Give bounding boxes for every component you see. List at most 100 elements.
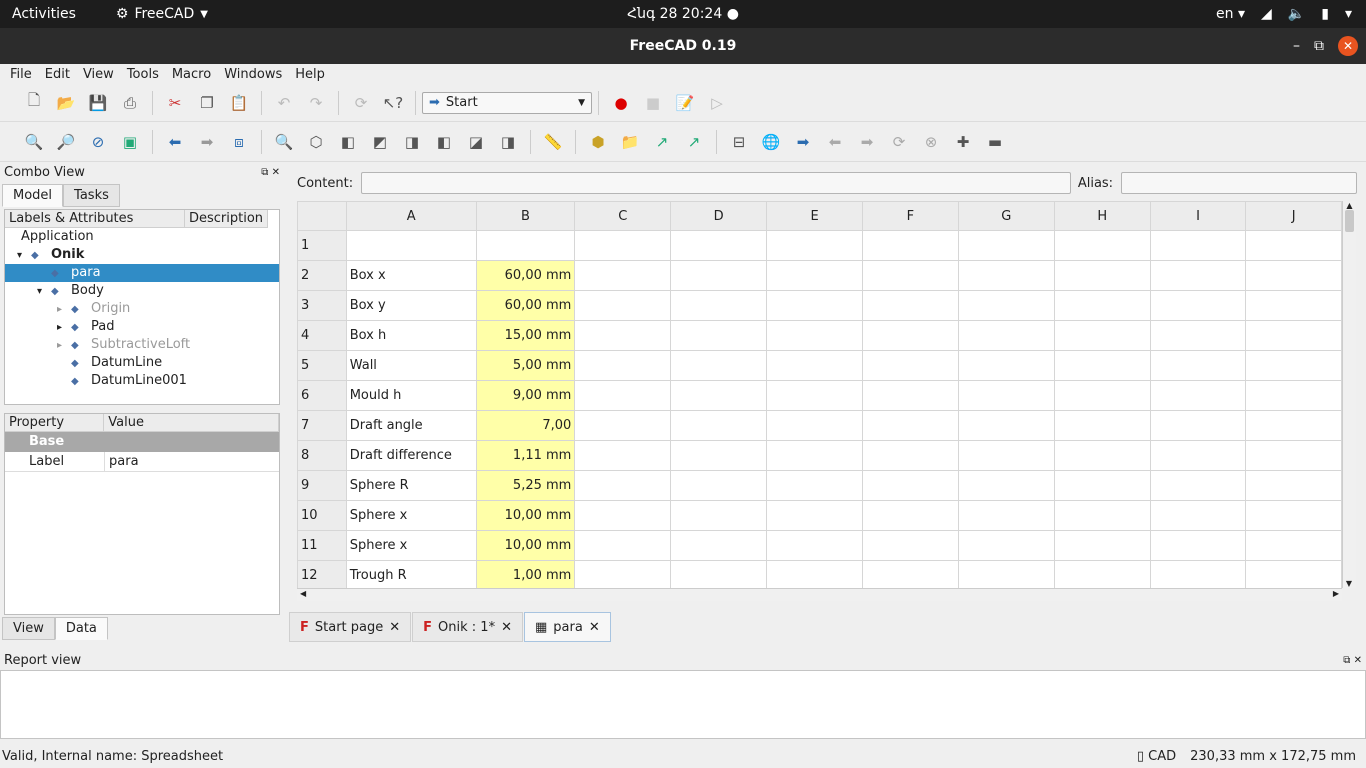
cell[interactable] xyxy=(1053,260,1151,291)
battery-icon[interactable]: ▮ xyxy=(1321,6,1329,22)
horizontal-scrollbar[interactable]: ◀ ▶ xyxy=(297,588,1342,601)
row-header[interactable]: 6 xyxy=(297,380,347,411)
cell-b[interactable]: 5,00 mm xyxy=(475,350,576,381)
undo-icon[interactable]: ↶ xyxy=(273,92,295,114)
cell[interactable] xyxy=(1053,320,1151,351)
cell[interactable] xyxy=(766,350,863,381)
cell[interactable] xyxy=(1053,530,1151,561)
cell[interactable] xyxy=(1245,410,1342,441)
stop-macro-icon[interactable]: ■ xyxy=(642,92,664,114)
cell[interactable] xyxy=(766,500,863,531)
cell[interactable] xyxy=(1149,230,1247,261)
cell[interactable] xyxy=(862,230,959,261)
property-column-header[interactable]: Property xyxy=(5,414,105,432)
cell[interactable] xyxy=(574,230,672,261)
doc-tab-para[interactable]: ▦ para ✕ xyxy=(523,612,611,642)
cell[interactable] xyxy=(574,470,672,501)
cell[interactable] xyxy=(957,230,1055,261)
cell[interactable] xyxy=(1149,380,1247,411)
row-header[interactable]: 12 xyxy=(297,560,347,588)
cell[interactable] xyxy=(574,530,672,561)
menu-file[interactable]: File xyxy=(10,67,32,82)
scrollbar-thumb[interactable] xyxy=(1345,210,1354,232)
tree-item[interactable]: ▾ ◆ Onik xyxy=(5,246,279,264)
cell-b[interactable] xyxy=(475,230,576,261)
dock-float-close-icons[interactable]: ⧉ ✕ xyxy=(1343,655,1362,666)
cell[interactable] xyxy=(1053,410,1151,441)
cell-a[interactable]: Box y xyxy=(345,290,477,321)
close-tab-icon[interactable]: ✕ xyxy=(589,620,600,635)
column-header[interactable]: F xyxy=(862,201,959,231)
cell-a[interactable]: Wall xyxy=(345,350,477,381)
cell[interactable] xyxy=(1053,230,1151,261)
column-header[interactable]: A xyxy=(345,201,477,231)
cell[interactable] xyxy=(1245,500,1342,531)
isometric-icon[interactable]: ⬡ xyxy=(305,131,327,153)
expander-icon[interactable]: ▾ xyxy=(37,283,51,301)
menu-edit[interactable]: Edit xyxy=(45,67,70,82)
web-refresh-icon[interactable]: ⟳ xyxy=(888,131,910,153)
cell[interactable] xyxy=(574,290,672,321)
cell[interactable] xyxy=(1245,470,1342,501)
row-header[interactable]: 11 xyxy=(297,530,347,561)
cell[interactable] xyxy=(766,560,863,588)
open-file-icon[interactable]: 📂 xyxy=(55,92,77,114)
cell[interactable] xyxy=(1245,230,1342,261)
cell[interactable] xyxy=(957,350,1055,381)
tab-data[interactable]: Data xyxy=(54,617,108,640)
tree-item[interactable]: ◆ DatumLine001 xyxy=(5,372,279,390)
cell[interactable] xyxy=(670,530,768,561)
cell[interactable] xyxy=(1245,260,1342,291)
link-actions-icon[interactable]: ↗ xyxy=(683,131,705,153)
cell-b[interactable]: 1,11 mm xyxy=(475,440,576,471)
row-header[interactable]: 9 xyxy=(297,470,347,501)
navigation-style[interactable]: ▯ CAD xyxy=(1137,749,1176,764)
maximize-button[interactable]: ⧉ xyxy=(1314,38,1324,54)
right-view-icon[interactable]: ◨ xyxy=(401,131,423,153)
activities-button[interactable]: Activities xyxy=(12,6,76,22)
cell[interactable] xyxy=(1245,560,1342,588)
cell-b[interactable]: 15,00 mm xyxy=(475,320,576,351)
cell[interactable] xyxy=(670,320,768,351)
cell[interactable] xyxy=(1053,350,1151,381)
cell[interactable] xyxy=(766,530,863,561)
cell[interactable] xyxy=(574,320,672,351)
cell[interactable] xyxy=(862,290,959,321)
cell[interactable] xyxy=(766,410,863,441)
column-header[interactable]: H xyxy=(1053,201,1151,231)
measure-icon[interactable]: 📏 xyxy=(542,131,564,153)
cell[interactable] xyxy=(1149,440,1247,471)
minimize-button[interactable]: – xyxy=(1293,38,1300,54)
draw-style-icon[interactable]: ⊘ xyxy=(87,131,109,153)
cell[interactable] xyxy=(670,260,768,291)
front-view-icon[interactable]: ◧ xyxy=(337,131,359,153)
tree-item[interactable]: Application xyxy=(5,228,279,246)
tree-item[interactable]: ◆ DatumLine xyxy=(5,354,279,372)
cell-b[interactable]: 10,00 mm xyxy=(475,500,576,531)
clock[interactable]: Հնգ 28 20:24 xyxy=(627,6,722,22)
web-go-icon[interactable]: ➡ xyxy=(792,131,814,153)
cell[interactable] xyxy=(957,440,1055,471)
row-header[interactable]: 4 xyxy=(297,320,347,351)
cell[interactable] xyxy=(1053,290,1151,321)
cell-a[interactable]: Sphere R xyxy=(345,470,477,501)
property-group-base[interactable]: Base xyxy=(5,432,279,452)
column-header[interactable]: G xyxy=(957,201,1055,231)
cell-a[interactable] xyxy=(345,230,477,261)
vertical-scrollbar[interactable]: ▲ ▼ xyxy=(1342,201,1356,588)
cell[interactable] xyxy=(1149,350,1247,381)
cell[interactable] xyxy=(670,290,768,321)
column-header[interactable]: J xyxy=(1245,201,1342,231)
cell[interactable] xyxy=(574,560,672,588)
cell[interactable] xyxy=(1149,410,1247,441)
volume-icon[interactable]: 🔈 xyxy=(1288,6,1305,22)
cell-a[interactable]: Trough R xyxy=(345,560,477,588)
close-tab-icon[interactable]: ✕ xyxy=(501,620,512,635)
cell-a[interactable]: Draft difference xyxy=(345,440,477,471)
cell-a[interactable]: Sphere x xyxy=(345,530,477,561)
property-value[interactable]: para xyxy=(105,452,139,471)
cell[interactable] xyxy=(766,290,863,321)
cell[interactable] xyxy=(862,320,959,351)
cell[interactable] xyxy=(957,320,1055,351)
cell-b[interactable]: 9,00 mm xyxy=(475,380,576,411)
